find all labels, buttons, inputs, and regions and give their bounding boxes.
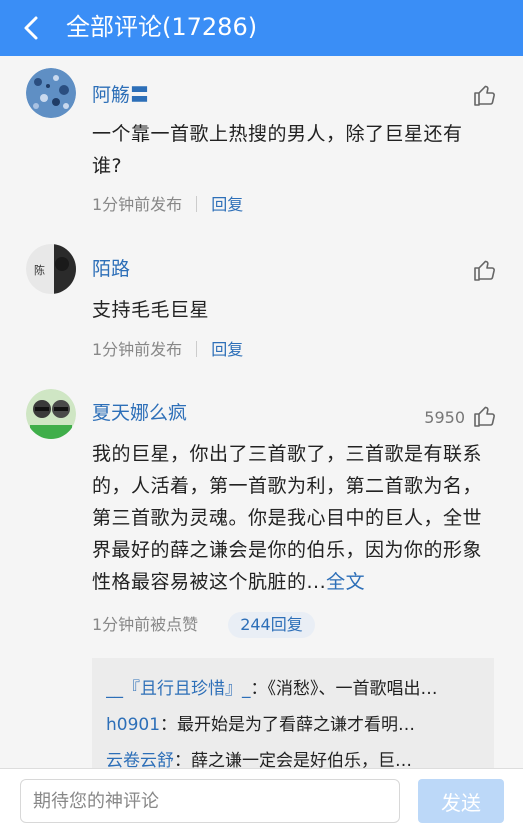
full-text-link[interactable]: 全文 <box>326 571 365 593</box>
avatar[interactable] <box>26 68 76 118</box>
divider <box>196 196 198 212</box>
like-count: 5950 <box>424 408 465 427</box>
comment-text: 一个靠一首歌上热搜的男人，除了巨星还有谁? <box>92 123 463 177</box>
replies-button[interactable]: 244回复 <box>228 612 315 638</box>
comment-username[interactable]: 陌路 <box>92 256 130 282</box>
comment-time: 1分钟前被点赞 <box>92 615 199 634</box>
svg-text:陈: 陈 <box>34 263 45 277</box>
sub-reply[interactable]: h0901：最开始是为了看薛之谦才看明… <box>106 712 486 738</box>
comment-meta: 1分钟前发布 回复 <box>92 194 243 216</box>
divider <box>196 341 198 357</box>
header-bar: 全部评论(17286) <box>0 0 523 56</box>
thumbs-up-icon[interactable] <box>473 404 497 428</box>
reply-button[interactable]: 回复 <box>211 340 243 359</box>
comment-meta: 1分钟前被点赞 244回复 <box>92 612 315 638</box>
comment-composer: 发送 <box>0 768 523 832</box>
sub-reply[interactable]: 云卷云舒：薛之谦一定会是好伯乐，巨… <box>106 748 486 768</box>
comment-meta: 1分钟前发布 回复 <box>92 339 243 361</box>
avatar[interactable]: 陈 <box>26 244 76 294</box>
comment-username[interactable]: 夏天娜么疯 <box>92 400 187 426</box>
comment-text: 我的巨星，你出了三首歌了，三首歌是有联系的，人活着，第一首歌为利，第二首歌为名，… <box>92 438 488 598</box>
comment-text-content: 我的巨星，你出了三首歌了，三首歌是有联系的，人活着，第一首歌为利，第二首歌为名，… <box>92 443 483 593</box>
sub-replies-box[interactable]: __『且行且珍惜』_：《消愁》、一首歌唱出… h0901：最开始是为了看薛之谦才… <box>92 658 494 768</box>
thumbs-up-icon[interactable] <box>473 83 497 107</box>
comment-list[interactable]: 阿觞〓 一个靠一首歌上热搜的男人，除了巨星还有谁? 1分钟前发布 回复 陈 陌路 … <box>0 56 523 768</box>
sub-reply-text: ：《消愁》、一首歌唱出… <box>250 679 438 699</box>
comment-input[interactable] <box>20 779 400 823</box>
sub-reply-text: ：薛之谦一定会是好伯乐，巨… <box>174 751 412 768</box>
reply-button[interactable]: 回复 <box>211 195 243 214</box>
comment-username[interactable]: 阿觞〓 <box>92 82 149 108</box>
avatar[interactable] <box>26 389 76 439</box>
comment-time: 1分钟前发布 <box>92 340 183 359</box>
comment-time: 1分钟前发布 <box>92 195 183 214</box>
sub-reply-text: ：最开始是为了看薛之谦才看明… <box>160 715 416 735</box>
sub-reply-username[interactable]: 云卷云舒 <box>106 751 174 768</box>
send-button[interactable]: 发送 <box>418 779 504 823</box>
thumbs-up-icon[interactable] <box>473 258 497 282</box>
page-title: 全部评论(17286) <box>66 13 258 41</box>
chevron-left-icon[interactable] <box>18 14 46 42</box>
comment-text: 支持毛毛巨星 <box>92 299 210 321</box>
sub-reply-username[interactable]: __『且行且珍惜』_ <box>106 679 251 699</box>
sub-reply-username[interactable]: h0901 <box>106 715 160 735</box>
sub-reply[interactable]: __『且行且珍惜』_：《消愁》、一首歌唱出… <box>106 676 486 702</box>
